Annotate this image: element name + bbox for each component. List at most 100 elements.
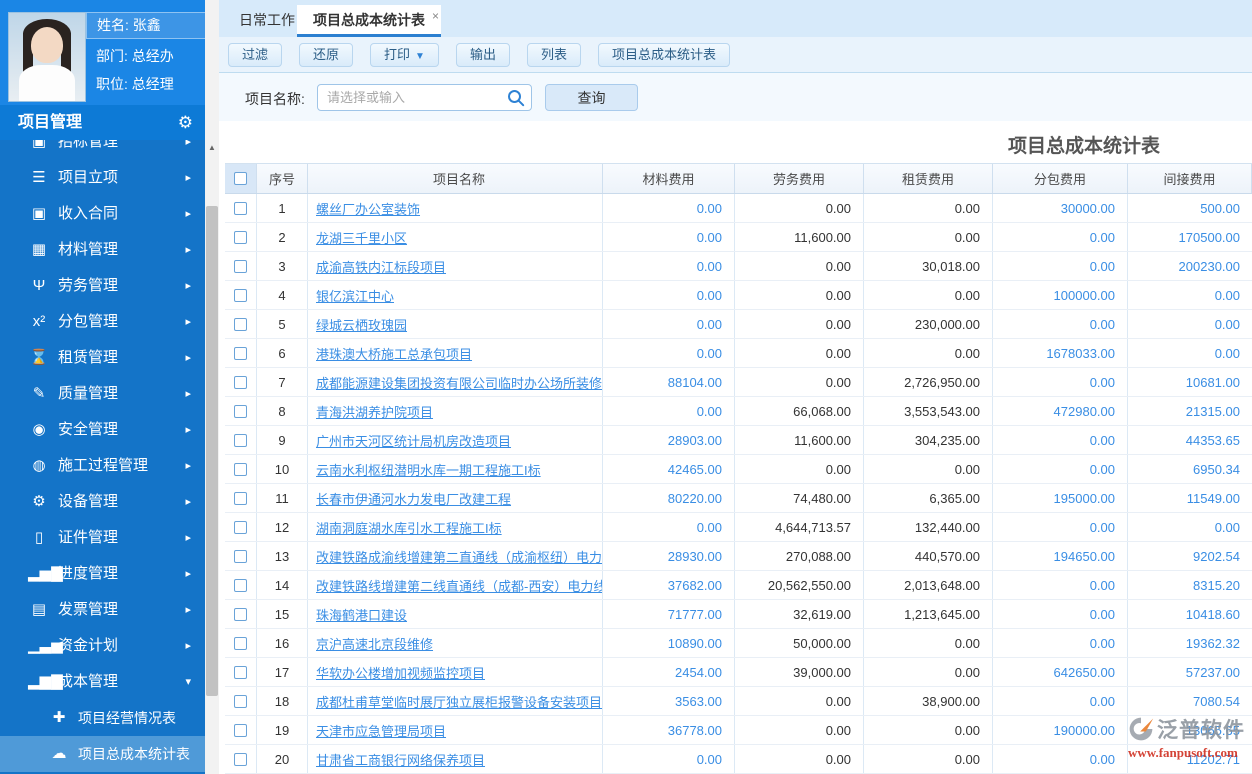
toolbar-button-1[interactable]: 还原 <box>299 43 353 67</box>
cost-value-cell: 0.00 <box>603 223 735 251</box>
header-cell-1[interactable]: 项目名称 <box>308 164 603 193</box>
row-checkbox[interactable] <box>234 753 247 766</box>
row-checkbox[interactable] <box>234 405 247 418</box>
chevron-right-icon: ▸ <box>185 556 191 592</box>
scrollbar-up-icon[interactable]: ▲ <box>205 140 219 156</box>
project-name-link[interactable]: 云南水利枢纽潜明水库一期工程施工I标 <box>316 460 541 479</box>
project-name-link[interactable]: 改建铁路线增建第二线直通线（成都-西安）电力线 <box>316 576 603 595</box>
header-cell-6[interactable]: 间接费用 <box>1128 164 1252 193</box>
sidebar-item-3[interactable]: ▦材料管理▸ <box>0 232 205 268</box>
project-name-input[interactable] <box>317 84 532 111</box>
row-checkbox[interactable] <box>234 521 247 534</box>
sidebar-item-6[interactable]: ⌛租赁管理▸ <box>0 340 205 376</box>
header-cell-5[interactable]: 分包费用 <box>993 164 1128 193</box>
project-name-link[interactable]: 银亿滨江中心 <box>316 286 394 305</box>
project-name-link[interactable]: 龙湖三千里小区 <box>316 228 407 247</box>
cost-value-cell: 30000.00 <box>993 194 1128 222</box>
sidebar-item-0[interactable]: ▣招标管理▸ <box>0 140 205 160</box>
row-checkbox[interactable] <box>234 695 247 708</box>
sidebar-item-1[interactable]: ☰项目立项▸ <box>0 160 205 196</box>
subcontract-icon: x² <box>28 304 50 340</box>
project-name-link[interactable]: 成渝高铁内江标段项目 <box>316 257 446 276</box>
sidebar-item-17[interactable]: ☁项目总成本统计表 <box>0 736 205 772</box>
project-name-link[interactable]: 青海洪湖养护院项目 <box>316 402 433 421</box>
sidebar-item-16[interactable]: ✚项目经营情况表 <box>0 700 205 736</box>
toolbar-button-0[interactable]: 过滤 <box>228 43 282 67</box>
cost-value-cell: 270,088.00 <box>735 542 864 570</box>
query-button[interactable]: 查询 <box>545 84 638 111</box>
row-checkbox[interactable] <box>234 231 247 244</box>
row-checkbox[interactable] <box>234 492 247 505</box>
sidebar-item-15[interactable]: ▂▆▇成本管理▾ <box>0 664 205 700</box>
row-checkbox[interactable] <box>234 347 247 360</box>
sidebar-item-5[interactable]: x²分包管理▸ <box>0 304 205 340</box>
toolbar-button-3[interactable]: 输出 <box>456 43 510 67</box>
row-checkbox-cell <box>225 571 257 599</box>
cost-value-cell: 42465.00 <box>603 455 735 483</box>
project-name-link[interactable]: 成都能源建设集团投资有限公司临时办公场所装修改造 <box>316 373 603 392</box>
row-checkbox-cell <box>225 194 257 222</box>
project-name-link[interactable]: 港珠澳大桥施工总承包项目 <box>316 344 472 363</box>
toolbar-button-5[interactable]: 项目总成本统计表 <box>598 43 730 67</box>
row-checkbox[interactable] <box>234 724 247 737</box>
project-name-link[interactable]: 改建铁路成渝线增建第二直通线（成渝枢纽）电力线 <box>316 547 603 566</box>
project-name-link[interactable]: 长春市伊通河水力发电厂改建工程 <box>316 489 511 508</box>
toolbar-button-2[interactable]: 打印▼ <box>370 43 439 67</box>
sidebar-item-13[interactable]: ▤发票管理▸ <box>0 592 205 628</box>
row-checkbox[interactable] <box>234 434 247 447</box>
row-checkbox[interactable] <box>234 550 247 563</box>
project-name-label: 项目名称: <box>245 89 305 109</box>
cost-value-cell: 132,440.00 <box>864 513 993 541</box>
cost-value-cell: 304,235.00 <box>864 426 993 454</box>
chevron-right-icon: ▸ <box>185 592 191 628</box>
row-checkbox[interactable] <box>234 289 247 302</box>
sidebar-item-10[interactable]: ⚙设备管理▸ <box>0 484 205 520</box>
project-name-link[interactable]: 华软办公楼增加视频监控项目 <box>316 663 485 682</box>
search-icon[interactable] <box>507 89 525 107</box>
cost-value-cell: 20,562,550.00 <box>735 571 864 599</box>
project-name-link[interactable]: 珠海鹤港口建设 <box>316 605 407 624</box>
tab-project-cost-table[interactable]: 项目总成本统计表 × <box>297 5 441 37</box>
project-name-link[interactable]: 螺丝厂办公室装饰 <box>316 199 420 218</box>
gear-icon[interactable]: ⚙ <box>178 105 193 140</box>
toolbar-button-4[interactable]: 列表 <box>527 43 581 67</box>
report-expand-icon: ✚ <box>48 700 70 736</box>
sidebar-item-label: 招标管理 <box>58 140 118 160</box>
fund-plan-icon: ▁▃▅ <box>28 628 50 664</box>
sidebar-item-9[interactable]: ◍施工过程管理▸ <box>0 448 205 484</box>
row-checkbox[interactable] <box>234 666 247 679</box>
sidebar-item-11[interactable]: ▯证件管理▸ <box>0 520 205 556</box>
header-cell-2[interactable]: 材料费用 <box>603 164 735 193</box>
close-icon[interactable]: × <box>432 1 439 31</box>
row-checkbox[interactable] <box>234 318 247 331</box>
row-checkbox[interactable] <box>234 260 247 273</box>
row-checkbox[interactable] <box>234 637 247 650</box>
sidebar-item-14[interactable]: ▁▃▅资金计划▸ <box>0 628 205 664</box>
cloud-chart-icon: ☁ <box>48 736 70 772</box>
row-checkbox[interactable] <box>234 608 247 621</box>
header-cell-4[interactable]: 租赁费用 <box>864 164 993 193</box>
row-checkbox[interactable] <box>234 463 247 476</box>
project-name-link[interactable]: 广州市天河区统计局机房改造项目 <box>316 431 511 450</box>
project-name-link[interactable]: 成都杜甫草堂临时展厅独立展柜报警设备安装项目 <box>316 692 602 711</box>
project-name-link[interactable]: 绿城云栖玫瑰园 <box>316 315 407 334</box>
select-all-checkbox[interactable] <box>234 172 247 185</box>
sidebar-scrollbar[interactable]: ▲ <box>205 0 219 774</box>
sidebar-item-4[interactable]: Ψ劳务管理▸ <box>0 268 205 304</box>
sidebar-item-2[interactable]: ▣收入合同▸ <box>0 196 205 232</box>
scrollbar-thumb[interactable] <box>206 206 218 696</box>
header-cell-3[interactable]: 劳务费用 <box>735 164 864 193</box>
project-name-link[interactable]: 湖南洞庭湖水库引水工程施工I标 <box>316 518 502 537</box>
project-name-link[interactable]: 京沪高速北京段维修 <box>316 634 433 653</box>
row-checkbox[interactable] <box>234 202 247 215</box>
header-cell-0[interactable]: 序号 <box>257 164 308 193</box>
row-checkbox[interactable] <box>234 579 247 592</box>
row-checkbox[interactable] <box>234 376 247 389</box>
sidebar-item-12[interactable]: ▂▅▇进度管理▸ <box>0 556 205 592</box>
project-name-link[interactable]: 甘肃省工商银行网络保养项目 <box>316 750 485 769</box>
cost-value-cell: 0.00 <box>603 310 735 338</box>
project-name-link[interactable]: 天津市应急管理局项目 <box>316 721 446 740</box>
sidebar-item-7[interactable]: ✎质量管理▸ <box>0 376 205 412</box>
cost-value-cell: 7080.54 <box>1128 687 1252 715</box>
sidebar-item-8[interactable]: ◉安全管理▸ <box>0 412 205 448</box>
